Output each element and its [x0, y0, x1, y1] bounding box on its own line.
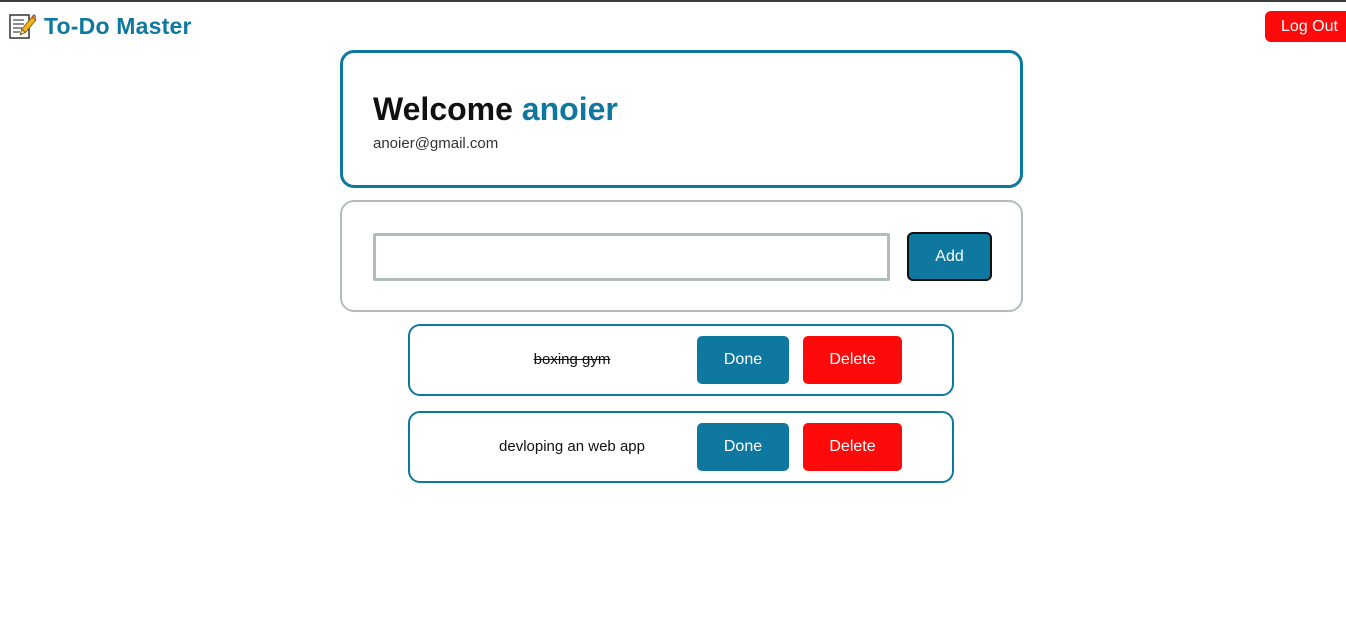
- memo-pencil-icon: [9, 14, 36, 39]
- window-top-border: [0, 0, 1346, 2]
- delete-button[interactable]: Delete: [803, 423, 902, 471]
- todo-text: boxing gym: [533, 351, 611, 368]
- logout-button[interactable]: Log Out: [1265, 11, 1346, 42]
- user-email: anoier@gmail.com: [373, 135, 499, 152]
- add-todo-card: Add: [340, 200, 1023, 312]
- new-todo-input[interactable]: [373, 233, 890, 281]
- welcome-card: Welcome anoier anoier@gmail.com: [340, 50, 1023, 188]
- todo-item: devloping an web app Done Delete: [408, 411, 954, 483]
- welcome-greeting: Welcome: [373, 91, 513, 127]
- app-title: To-Do Master: [44, 12, 192, 39]
- todo-text: devloping an web app: [499, 438, 645, 455]
- done-button[interactable]: Done: [697, 336, 789, 384]
- done-button[interactable]: Done: [697, 423, 789, 471]
- add-todo-button[interactable]: Add: [907, 232, 992, 281]
- delete-button[interactable]: Delete: [803, 336, 902, 384]
- welcome-username: anoier: [521, 91, 618, 127]
- todo-item: boxing gym Done Delete: [408, 324, 954, 396]
- brand: To-Do Master: [8, 12, 192, 40]
- welcome-heading: Welcome anoier: [373, 91, 618, 128]
